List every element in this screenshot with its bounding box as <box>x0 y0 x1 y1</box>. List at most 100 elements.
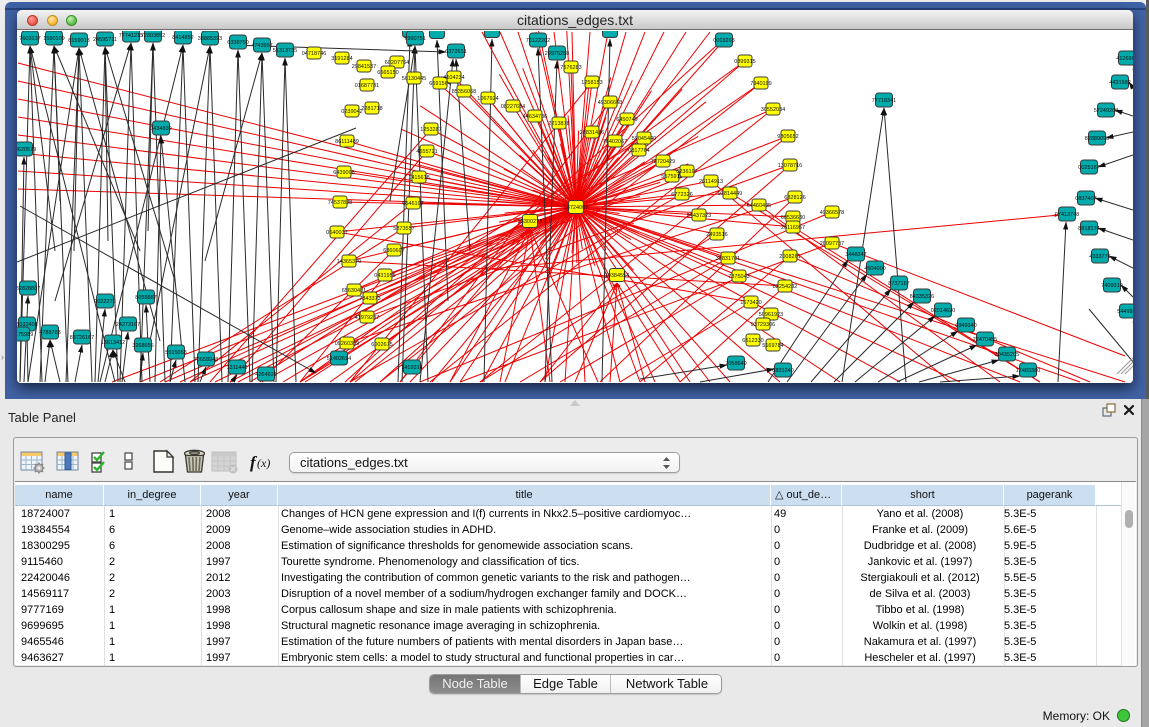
svg-text:7375043: 7375043 <box>728 274 749 280</box>
svg-text:82828807: 82828807 <box>17 286 40 292</box>
svg-text:86111489: 86111489 <box>335 139 359 145</box>
svg-text:3448347: 3448347 <box>845 252 866 258</box>
svg-text:50961923: 50961923 <box>759 312 783 318</box>
svg-text:9305652: 9305652 <box>777 134 798 140</box>
svg-text:57249208: 57249208 <box>1094 108 1118 114</box>
svg-text:0431955: 0431955 <box>374 273 395 279</box>
svg-text:02014620: 02014620 <box>931 308 955 314</box>
svg-text:82889093: 82889093 <box>1085 136 1109 142</box>
svg-text:8058887: 8058887 <box>135 295 156 301</box>
svg-text:6450749: 6450749 <box>616 117 637 123</box>
svg-text:70658948: 70658948 <box>194 357 218 363</box>
svg-text:1419314: 1419314 <box>401 365 422 371</box>
svg-text:29841537: 29841537 <box>352 64 376 70</box>
svg-text:8414852: 8414852 <box>172 35 193 41</box>
svg-text:2213878: 2213878 <box>548 121 569 127</box>
svg-text:1311440: 1311440 <box>226 365 247 371</box>
svg-text:7343373: 7343373 <box>359 296 380 302</box>
svg-text:56130445: 56130445 <box>402 76 426 82</box>
svg-text:7603137: 7603137 <box>19 36 40 42</box>
svg-text:7058649: 7058649 <box>725 361 746 367</box>
svg-text:0399315: 0399315 <box>734 59 755 65</box>
svg-text:2281718: 2281718 <box>361 106 382 112</box>
svg-text:1253287: 1253287 <box>420 127 441 133</box>
svg-text:17483380: 17483380 <box>1016 368 1040 374</box>
svg-text:1258153: 1258153 <box>581 80 602 86</box>
svg-text:0025167: 0025167 <box>1078 165 1099 171</box>
svg-text:51313735: 51313735 <box>273 48 297 54</box>
svg-text:0831240: 0831240 <box>772 368 793 374</box>
svg-text:19384554: 19384554 <box>605 273 629 279</box>
svg-text:6772326: 6772326 <box>671 192 692 198</box>
svg-text:08227654: 08227654 <box>501 104 525 110</box>
svg-text:74537838: 74537838 <box>328 200 352 206</box>
svg-text:3268656: 3268656 <box>132 343 153 349</box>
svg-text:14365370: 14365370 <box>337 259 361 265</box>
svg-text:4333776: 4333776 <box>1089 254 1110 260</box>
svg-text:3191284: 3191284 <box>331 56 352 62</box>
svg-text:24595711: 24595711 <box>93 37 117 43</box>
svg-text:29975288: 29975288 <box>545 51 569 57</box>
svg-text:65630481: 65630481 <box>342 288 366 294</box>
svg-text:18724007: 18724007 <box>564 205 588 211</box>
svg-text:6236107: 6236107 <box>676 169 697 175</box>
svg-text:01687731: 01687731 <box>355 83 379 89</box>
svg-text:0640037: 0640037 <box>326 230 347 236</box>
svg-text:5515058: 5515058 <box>165 350 186 356</box>
svg-text:5169784: 5169784 <box>762 343 783 349</box>
svg-text:48620579: 48620579 <box>17 147 36 153</box>
svg-text:2493516: 2493516 <box>706 232 727 238</box>
svg-text:82254282: 82254282 <box>773 284 797 290</box>
svg-text:4504000: 4504000 <box>864 266 885 272</box>
svg-text:6338750: 6338750 <box>227 40 248 46</box>
svg-text:04718746: 04718746 <box>302 51 326 57</box>
svg-text:26114913: 26114913 <box>699 179 723 185</box>
svg-text:6439008: 6439008 <box>333 170 354 176</box>
svg-text:5449920: 5449920 <box>1117 309 1133 315</box>
svg-text:22470455: 22470455 <box>973 337 997 343</box>
svg-text:7576283: 7576283 <box>560 65 581 71</box>
svg-text:07413748: 07413748 <box>1055 212 1079 218</box>
svg-text:72803852: 72803852 <box>141 33 165 39</box>
svg-text:23300273: 23300273 <box>518 219 542 225</box>
svg-text:6002675: 6002675 <box>371 342 392 348</box>
svg-text:76122202: 76122202 <box>526 38 550 44</box>
svg-text:6372651: 6372651 <box>445 49 466 55</box>
svg-text:77741215: 77741215 <box>119 33 143 39</box>
svg-text:7409319: 7409319 <box>1101 283 1122 289</box>
svg-text:77718341: 77718341 <box>872 98 896 104</box>
svg-text:80175989: 80175989 <box>17 332 33 338</box>
svg-text:49366578: 49366578 <box>820 210 844 216</box>
svg-text:6546107: 6546107 <box>402 201 423 207</box>
svg-text:0018263: 0018263 <box>713 38 734 44</box>
svg-text:38831701: 38831701 <box>716 256 740 262</box>
svg-text:6828126: 6828126 <box>784 195 805 201</box>
svg-text:93729306: 93729306 <box>751 322 775 328</box>
svg-text:51402614: 51402614 <box>327 356 351 362</box>
svg-text:20097737: 20097737 <box>820 241 844 247</box>
svg-text:1067924: 1067924 <box>477 96 498 102</box>
svg-text:93814449: 93814449 <box>718 191 742 197</box>
svg-text:26116957: 26116957 <box>781 225 805 231</box>
svg-text:8818174: 8818174 <box>1078 226 1099 232</box>
svg-text:4743957: 4743957 <box>251 43 272 49</box>
svg-text:(x): (x) <box>257 456 270 470</box>
svg-text:0317764: 0317764 <box>628 148 649 154</box>
svg-text:72720429: 72720429 <box>651 159 675 165</box>
svg-text:64460495: 64460495 <box>747 203 771 209</box>
svg-text:1415618: 1415618 <box>408 175 429 181</box>
svg-text:6849340: 6849340 <box>955 323 976 329</box>
svg-text:4655721: 4655721 <box>416 149 437 155</box>
svg-text:28831436: 28831436 <box>580 130 604 136</box>
svg-text:83726167: 83726167 <box>70 335 94 341</box>
svg-text:54437323: 54437323 <box>687 213 711 219</box>
svg-text:4431982: 4431982 <box>1109 80 1130 86</box>
svg-text:4788783: 4788783 <box>39 330 60 336</box>
svg-text:2008261: 2008261 <box>779 254 800 260</box>
svg-text:6512330: 6512330 <box>742 338 763 344</box>
svg-text:5873557: 5873557 <box>393 226 414 232</box>
svg-text:1673420: 1673420 <box>740 300 761 306</box>
svg-text:0434839: 0434839 <box>150 126 171 132</box>
svg-text:59045440: 59045440 <box>632 136 656 142</box>
svg-text:8159013: 8159013 <box>68 38 89 44</box>
